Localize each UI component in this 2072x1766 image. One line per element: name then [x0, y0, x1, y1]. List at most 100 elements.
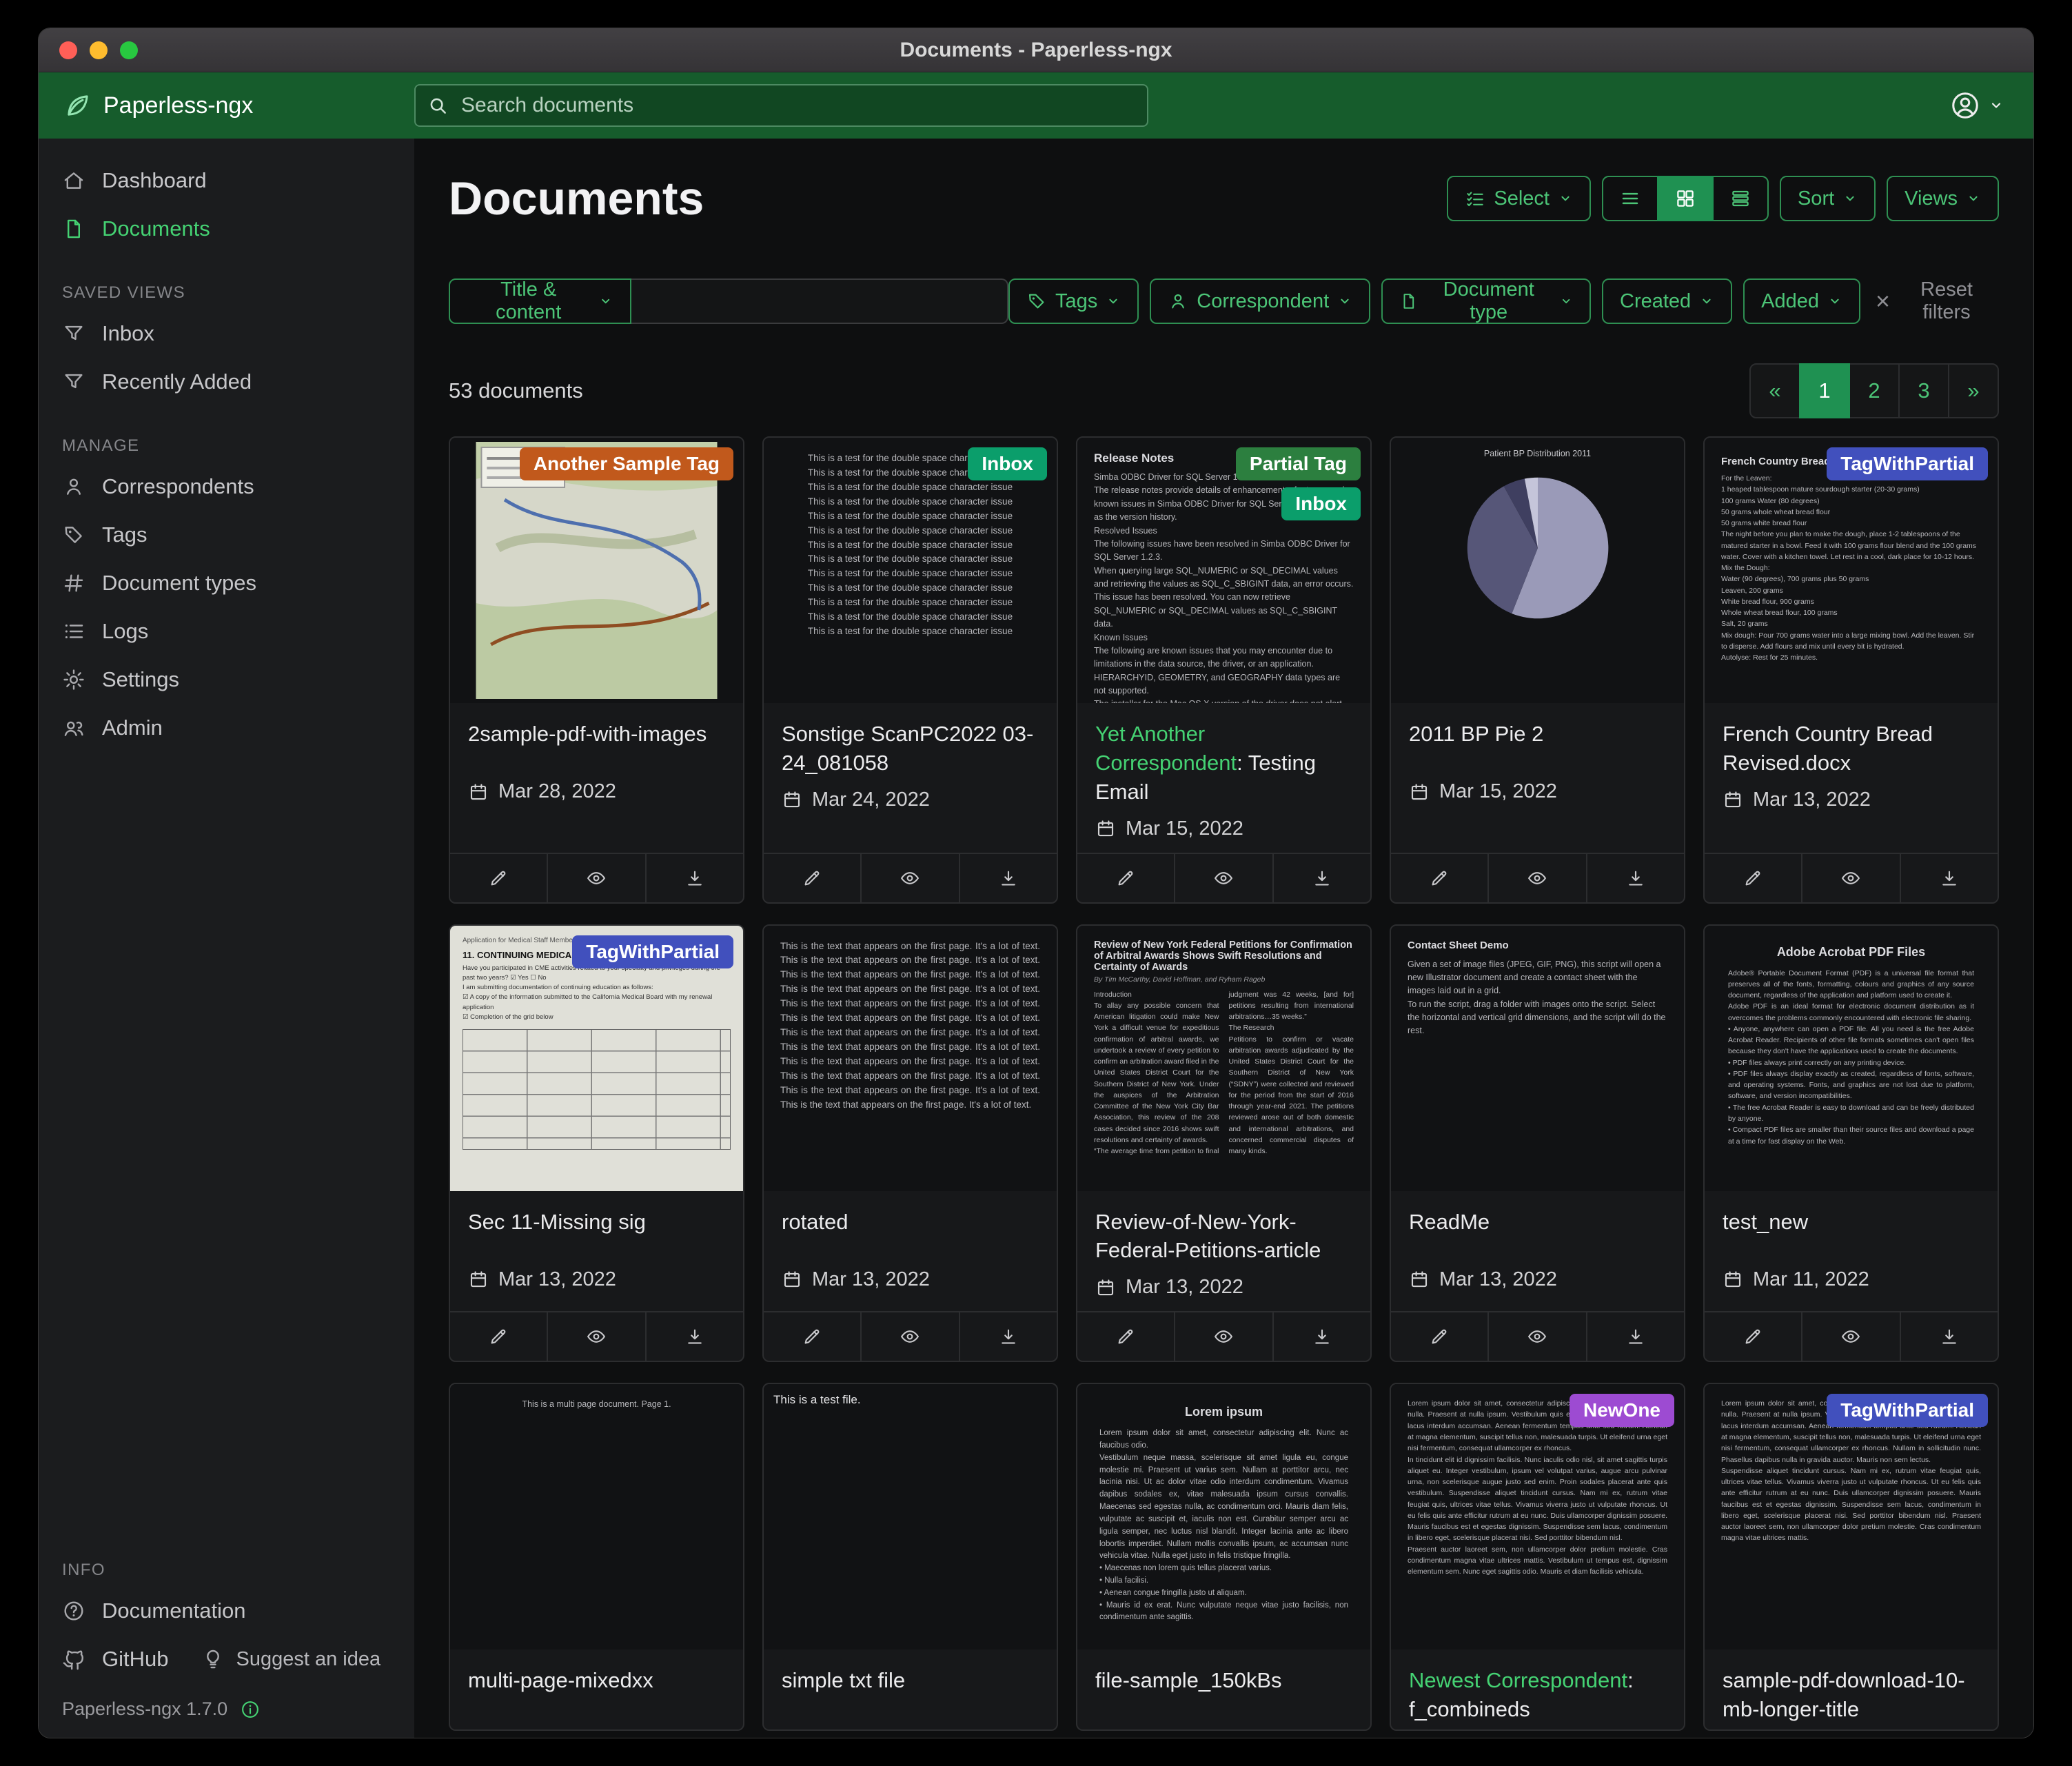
sort-button[interactable]: Sort: [1780, 176, 1876, 221]
document-thumbnail[interactable]: Another Sample Tag: [450, 438, 743, 703]
download-button[interactable]: [1900, 854, 1998, 902]
tag-badge[interactable]: TagWithPartial: [1827, 447, 1988, 480]
download-button[interactable]: [959, 854, 1057, 902]
page-3-button[interactable]: 3: [1898, 363, 1949, 418]
view-button[interactable]: [1801, 854, 1899, 902]
tag-badge[interactable]: Inbox: [968, 447, 1047, 480]
search-input[interactable]: [414, 84, 1148, 127]
edit-button[interactable]: [764, 854, 860, 902]
view-button[interactable]: [1487, 1312, 1585, 1361]
sidebar-item-tags[interactable]: Tags: [39, 511, 414, 559]
brand[interactable]: Paperless-ngx: [39, 91, 414, 120]
document-thumbnail[interactable]: Lorem ipsum Lorem ipsum dolor sit amet, …: [1077, 1384, 1370, 1650]
download-button[interactable]: [1586, 1312, 1684, 1361]
document-title[interactable]: 2011 BP Pie 2: [1391, 703, 1684, 775]
document-thumbnail[interactable]: Lorem ipsum dolor sit amet, consectetur …: [1705, 1384, 1998, 1650]
document-correspondent[interactable]: Yet Another Correspondent: [1095, 722, 1237, 775]
filter-created-button[interactable]: Created: [1602, 278, 1732, 324]
document-title[interactable]: ReadMe: [1391, 1191, 1684, 1263]
sidebar-item-suggest-idea[interactable]: Suggest an idea: [178, 1636, 390, 1683]
view-button[interactable]: [547, 854, 644, 902]
view-button[interactable]: [1174, 1312, 1272, 1361]
sidebar-item-github[interactable]: GitHub: [39, 1635, 178, 1683]
view-button[interactable]: [1174, 854, 1272, 902]
document-title[interactable]: Newest Correspondent: f_combineds: [1391, 1650, 1684, 1729]
document-thumbnail[interactable]: Lorem ipsum dolor sit amet, consectetur …: [1391, 1384, 1684, 1650]
download-button[interactable]: [959, 1312, 1057, 1361]
sidebar-item-document-types[interactable]: Document types: [39, 559, 414, 607]
close-window-button[interactable]: [59, 41, 77, 59]
sidebar-item-settings[interactable]: Settings: [39, 656, 414, 704]
document-thumbnail[interactable]: Contact Sheet Demo Given a set of image …: [1391, 926, 1684, 1191]
sidebar-item-documents[interactable]: Documents: [39, 205, 414, 253]
edit-button[interactable]: [450, 854, 547, 902]
filter-correspondent-button[interactable]: Correspondent: [1150, 278, 1370, 324]
view-details-button[interactable]: [1712, 176, 1769, 221]
download-button[interactable]: [1586, 854, 1684, 902]
sidebar-item-logs[interactable]: Logs: [39, 607, 414, 656]
zoom-window-button[interactable]: [120, 41, 138, 59]
tag-badge[interactable]: TagWithPartial: [572, 935, 733, 968]
views-button[interactable]: Views: [1887, 176, 1999, 221]
document-thumbnail[interactable]: Adobe Acrobat PDF Files Adobe® Portable …: [1705, 926, 1998, 1191]
edit-button[interactable]: [1391, 854, 1487, 902]
document-title[interactable]: sample-pdf-download-10-mb-longer-title: [1705, 1650, 1998, 1729]
filter-document-type-button[interactable]: Document type: [1381, 278, 1591, 324]
edit-button[interactable]: [1705, 1312, 1801, 1361]
filter-added-button[interactable]: Added: [1743, 278, 1860, 324]
tag-badge[interactable]: Another Sample Tag: [520, 447, 733, 480]
edit-button[interactable]: [764, 1312, 860, 1361]
document-title[interactable]: Review-of-New-York-Federal-Petitions-art…: [1077, 1191, 1370, 1271]
view-button[interactable]: [1801, 1312, 1899, 1361]
view-button[interactable]: [1487, 854, 1585, 902]
document-thumbnail[interactable]: Release Notes Simba ODBC Driver for SQL …: [1077, 438, 1370, 703]
view-button[interactable]: [860, 854, 958, 902]
download-button[interactable]: [645, 854, 743, 902]
document-thumbnail[interactable]: This is a test for the double space char…: [764, 438, 1057, 703]
document-title[interactable]: rotated: [764, 1191, 1057, 1263]
document-title[interactable]: simple txt file: [764, 1650, 1057, 1721]
tag-badge[interactable]: TagWithPartial: [1827, 1394, 1988, 1427]
download-button[interactable]: [1272, 854, 1370, 902]
edit-button[interactable]: [1077, 1312, 1174, 1361]
document-thumbnail[interactable]: This is the text that appears on the fir…: [764, 926, 1057, 1191]
page-2-button[interactable]: 2: [1849, 363, 1900, 418]
tag-badge[interactable]: Partial Tag: [1236, 447, 1361, 480]
document-correspondent[interactable]: Newest Correspondent: [1409, 1668, 1627, 1692]
document-title[interactable]: French Country Bread Revised.docx: [1705, 703, 1998, 783]
sidebar-item-inbox[interactable]: Inbox: [39, 309, 414, 358]
user-menu[interactable]: [1949, 90, 2033, 121]
document-title[interactable]: multi-page-mixedxx: [450, 1650, 743, 1721]
document-title[interactable]: file-sample_150kBs: [1077, 1650, 1370, 1721]
view-list-button[interactable]: [1602, 176, 1658, 221]
document-title[interactable]: Sonstige ScanPC2022 03-24_081058: [764, 703, 1057, 783]
edit-button[interactable]: [450, 1312, 547, 1361]
document-thumbnail[interactable]: Review of New York Federal Petitions for…: [1077, 926, 1370, 1191]
tag-badge[interactable]: Inbox: [1281, 487, 1361, 520]
info-circle-icon[interactable]: [240, 1699, 261, 1720]
download-button[interactable]: [1272, 1312, 1370, 1361]
edit-button[interactable]: [1077, 854, 1174, 902]
filter-tags-button[interactable]: Tags: [1008, 278, 1139, 324]
document-title[interactable]: Sec 11-Missing sig: [450, 1191, 743, 1263]
filter-title-content-button[interactable]: Title & content: [449, 278, 631, 324]
page-prev-button[interactable]: «: [1749, 363, 1800, 418]
sidebar-item-documentation[interactable]: Documentation: [39, 1587, 414, 1635]
document-thumbnail[interactable]: Application for Medical Staff Membership…: [450, 926, 743, 1191]
edit-button[interactable]: [1705, 854, 1801, 902]
document-thumbnail[interactable]: French Country Bread For the Leaven: 1 h…: [1705, 438, 1998, 703]
sidebar-item-recently-added[interactable]: Recently Added: [39, 358, 414, 406]
document-title[interactable]: 2sample-pdf-with-images: [450, 703, 743, 775]
reset-filters-button[interactable]: × Reset filters: [1871, 278, 1999, 325]
view-button[interactable]: [860, 1312, 958, 1361]
document-title[interactable]: test_new: [1705, 1191, 1998, 1263]
document-thumbnail[interactable]: This is a multi page document. Page 1.: [450, 1384, 743, 1650]
view-grid-button[interactable]: [1657, 176, 1714, 221]
tag-badge[interactable]: NewOne: [1570, 1394, 1674, 1427]
minimize-window-button[interactable]: [90, 41, 108, 59]
page-next-button[interactable]: »: [1948, 363, 1999, 418]
download-button[interactable]: [1900, 1312, 1998, 1361]
sidebar-item-dashboard[interactable]: Dashboard: [39, 156, 414, 205]
select-button[interactable]: Select: [1447, 176, 1591, 221]
filter-query-input[interactable]: [631, 278, 1008, 324]
